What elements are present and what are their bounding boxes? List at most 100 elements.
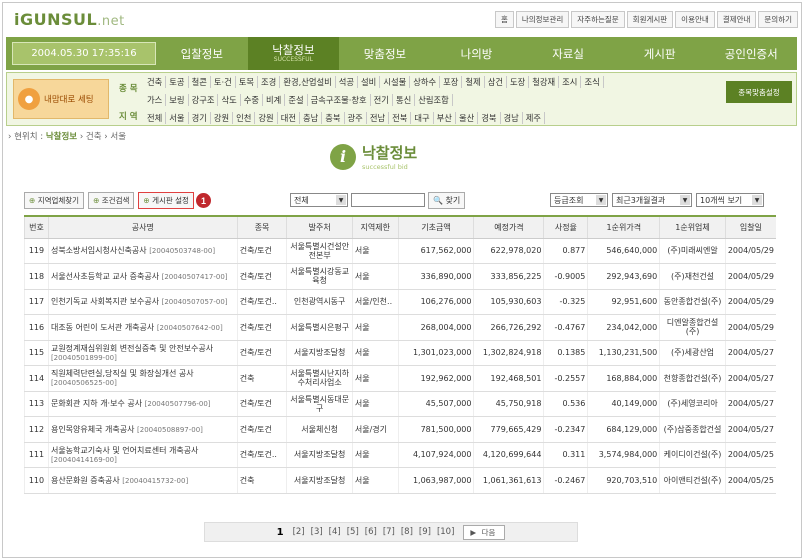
page-link[interactable]: [6] (365, 527, 377, 537)
toplink-board[interactable]: 회원게시판 (626, 11, 674, 28)
category-item[interactable]: 통신 (393, 94, 416, 106)
custom-setting-button[interactable]: ● 내맘대로 세팅 (13, 79, 109, 119)
category-item[interactable]: 충북 (322, 112, 345, 124)
category-item[interactable]: 석공 (336, 76, 359, 88)
category-item[interactable]: 경기 (189, 112, 211, 124)
category-item[interactable]: 토공 (166, 76, 189, 88)
toplink-faq[interactable]: 자주하는질문 (571, 11, 625, 28)
nav-successful-bid[interactable]: 낙찰정보 SUCCESSFUL (247, 37, 340, 70)
category-item[interactable]: 포장 (440, 76, 463, 88)
category-item[interactable]: 환경,산업설비 (280, 76, 336, 88)
category-item[interactable]: 보링 (166, 94, 189, 106)
page-link[interactable]: [4] (329, 527, 341, 537)
toplink-guide[interactable]: 이용안내 (675, 11, 715, 28)
nav-custom-info[interactable]: 맞춤정보 (339, 37, 431, 70)
category-item[interactable]: 전남 (367, 112, 390, 124)
page-link[interactable]: [3] (311, 527, 323, 537)
category-item[interactable]: 서울 (166, 112, 189, 124)
category-item[interactable]: 제주 (523, 112, 546, 124)
page-link[interactable]: [2] (293, 527, 305, 537)
table-row[interactable]: 110 용산문화원 증축공사 [20040415732-00] 건축 서울지방조달청 서… (24, 467, 776, 494)
page-link[interactable]: [10] (437, 527, 454, 537)
table-row[interactable]: 113 문화회관 지하 개·보수 공사 [20040507796-00] 건축/토건… (24, 391, 776, 417)
category-custom-button[interactable]: 종목맞춤설정 (726, 81, 792, 103)
category-item[interactable]: 금속구조물·창호 (308, 94, 371, 106)
category-item[interactable]: 전북 (389, 112, 412, 124)
toplink-payment[interactable]: 결제안내 (716, 11, 757, 28)
table-row[interactable]: 112 용인목양유체국 개축공사 [20040508897-00] 건축/토건 서울체… (24, 416, 776, 443)
category-item[interactable]: 전기 (371, 94, 393, 106)
cell-name[interactable]: 서울농학교기숙사 및 언어치료센터 개축공사 [20040414169-00] (47, 442, 238, 468)
table-row[interactable]: 119 성북소방서임시청사신축공사 [20040503748-00] 건축/토건 서울… (24, 238, 776, 264)
category-item[interactable]: 토목 (236, 76, 259, 88)
category-item[interactable]: 충남 (300, 112, 323, 124)
category-item[interactable]: 산림조합 (415, 94, 453, 106)
page-link[interactable]: [5] (347, 527, 359, 537)
category-item[interactable]: 강구조 (189, 94, 219, 106)
category-item[interactable]: 경남 (501, 112, 523, 124)
category-item[interactable]: 삭도 (218, 94, 241, 106)
nav-my-room[interactable]: 나의방 (431, 37, 523, 70)
category-item[interactable]: 수중 (241, 94, 264, 106)
category-item[interactable]: 부산 (434, 112, 456, 124)
category-item[interactable]: 철강재 (529, 76, 560, 88)
category-item[interactable]: 토·건 (211, 76, 236, 88)
cell-name[interactable]: 서울선사초등학교 교사 증축공사 [20040507417-00] (47, 263, 238, 290)
project-name[interactable]: 용인목양유체국 개축공사 (51, 425, 135, 434)
cell-name[interactable]: 직원체력단련실,당직실 및 화장실개선 공사 [20040506525-00] (47, 365, 238, 392)
period-select[interactable]: 최근3개월결과 ▼ (612, 193, 692, 207)
toplink-home[interactable]: 홈 (494, 11, 514, 28)
table-row[interactable]: 115 교원정계재심위원회 변전실증축 및 안전보수공사 [20040501899… (24, 340, 776, 366)
project-name[interactable]: 용산문화원 증축공사 (51, 476, 120, 485)
grade-select[interactable]: 등급조회 ▼ (550, 193, 608, 207)
toplink-myinfo[interactable]: 나의정보관리 (515, 11, 570, 28)
project-name[interactable]: 대조동 어린이 도서관 개축공사 (51, 323, 154, 332)
category-item[interactable]: 설비 (358, 76, 381, 88)
nav-archive[interactable]: 자료실 (522, 37, 614, 70)
category-item[interactable]: 비계 (263, 94, 286, 106)
category-item[interactable]: 조시 (559, 76, 582, 88)
condition-search-button[interactable]: ⊕ 조건검색 (88, 192, 135, 209)
cell-name[interactable]: 교원정계재심위원회 변전실증축 및 안전보수공사 [20040501899-00… (47, 340, 238, 366)
cell-name[interactable]: 문화회관 지하 개·보수 공사 [20040507796-00] (47, 391, 238, 417)
nav-certificate[interactable]: 공인인증서 (705, 37, 797, 70)
project-name[interactable]: 직원체력단련실,당직실 및 화장실개선 공사 (51, 369, 194, 378)
table-row[interactable]: 116 대조동 어린이 도서관 개축공사 [20040507642-00] 건축/토… (24, 314, 776, 341)
cell-name[interactable]: 성북소방서임시청사신축공사 [20040503748-00] (47, 238, 238, 264)
category-item[interactable]: 강원 (255, 112, 278, 124)
page-link[interactable]: [7] (383, 527, 395, 537)
board-setting-button[interactable]: ⊕ 게시판 설정 (138, 192, 194, 209)
search-input[interactable] (351, 193, 425, 207)
category-item[interactable]: 삼건 (485, 76, 507, 88)
category-item[interactable]: 인천 (233, 112, 256, 124)
category-item[interactable]: 조식 (581, 76, 604, 88)
search-button[interactable]: 🔍 찾기 (428, 192, 466, 209)
filter-select[interactable]: 전체 ▼ (290, 193, 348, 207)
project-name[interactable]: 서울선사초등학교 교사 증축공사 (51, 272, 159, 281)
cell-name[interactable]: 용인목양유체국 개축공사 [20040508897-00] (47, 416, 238, 443)
cell-name[interactable]: 대조동 어린이 도서관 개축공사 [20040507642-00] (47, 314, 238, 341)
category-item[interactable]: 대전 (278, 112, 300, 124)
category-item[interactable]: 철콘 (189, 76, 211, 88)
project-name[interactable]: 성북소방서임시청사신축공사 (51, 246, 147, 255)
category-item[interactable]: 철제 (462, 76, 485, 88)
category-item[interactable]: 준설 (285, 94, 308, 106)
project-name[interactable]: 서울농학교기숙사 및 언어치료센터 개축공사 (51, 446, 198, 455)
page-size-select[interactable]: 10개씩 보기 ▼ (696, 193, 764, 207)
category-item[interactable]: 울산 (456, 112, 479, 124)
category-item[interactable]: 강원 (211, 112, 234, 124)
cell-name[interactable]: 인천기독교 사회복지관 보수공사 [20040507057-00] (47, 289, 238, 315)
table-row[interactable]: 118 서울선사초등학교 교사 증축공사 [20040507417-00] 건축/토… (24, 263, 776, 290)
table-row[interactable]: 111 서울농학교기숙사 및 언어치료센터 개축공사 [20040414169-0… (24, 442, 776, 468)
page-current[interactable]: 1 (277, 527, 284, 538)
category-item[interactable]: 광주 (345, 112, 367, 124)
category-item[interactable]: 전체 (144, 112, 167, 124)
category-item[interactable]: 상하수 (410, 76, 441, 88)
toplink-contact[interactable]: 문의하기 (758, 11, 798, 28)
page-link[interactable]: [8] (401, 527, 413, 537)
category-item[interactable]: 시설물 (380, 76, 411, 88)
project-name[interactable]: 교원정계재심위원회 변전실증축 및 안전보수공사 (51, 344, 213, 353)
nav-bid-info[interactable]: 입찰정보 (156, 37, 248, 70)
next-page-button[interactable]: ▶ 다음 (463, 524, 506, 540)
category-item[interactable]: 대구 (411, 112, 434, 124)
